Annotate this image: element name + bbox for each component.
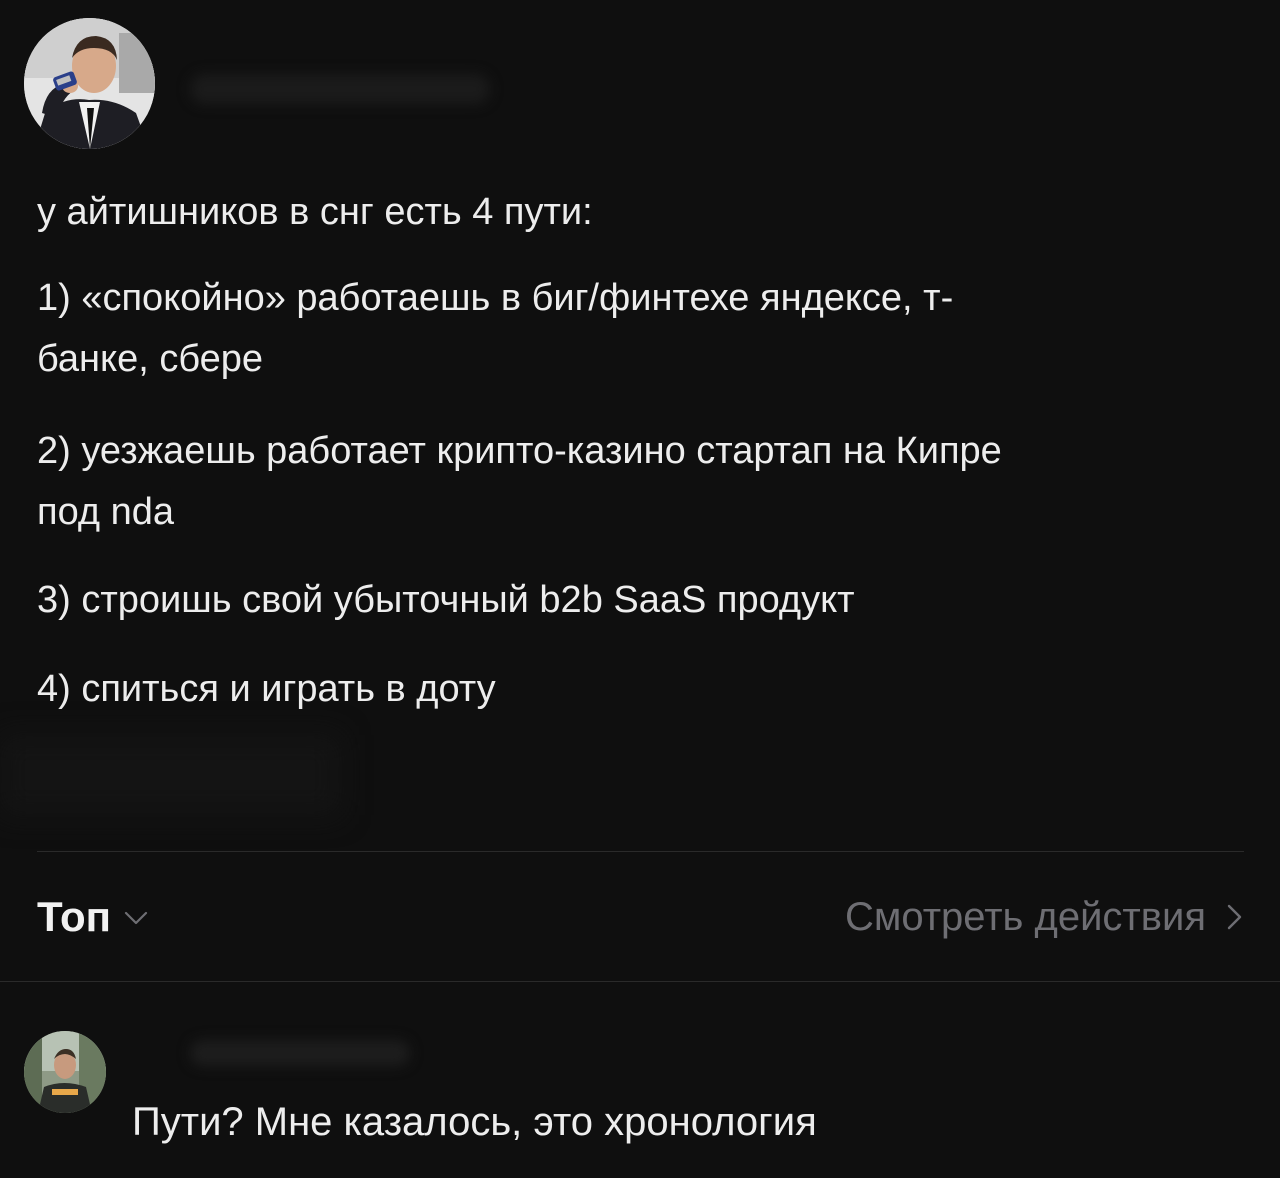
post-item-1: 1) «спокойно» работаешь в биг/финтехе ян… (37, 268, 1252, 390)
post-author-avatar[interactable] (24, 18, 155, 149)
redacted-strip (0, 735, 340, 815)
comment-author-name-redacted[interactable] (190, 1040, 410, 1066)
post-intro: у айтишников в снг есть 4 пути: (37, 191, 593, 233)
sort-label: Топ (37, 893, 112, 940)
divider (0, 981, 1280, 982)
post-item-1-line-1: 1) «спокойно» работаешь в биг/финтехе ян… (37, 277, 954, 319)
post-item-1-line-2: банке, сбере (37, 338, 264, 380)
post-item-2-line-1: 2) уезжаешь работает крипто-казино старт… (37, 430, 1002, 472)
comment-author-avatar[interactable] (24, 1031, 106, 1113)
sort-dropdown[interactable]: Топ (37, 889, 149, 945)
post-item-3: 3) строишь свой убыточный b2b SaaS проду… (37, 570, 1252, 631)
divider (37, 851, 1244, 852)
view-actions-link[interactable]: Смотреть действия (845, 889, 1244, 945)
avatar-photo-man-outdoors-icon (24, 1031, 106, 1113)
comment-text: Пути? Мне казалось, это хронология (132, 1100, 817, 1144)
view-actions-label: Смотреть действия (844, 894, 1206, 939)
post-body: у айтишников в снг есть 4 пути: 1) «спок… (37, 182, 1252, 720)
post-item-2-line-2: под nda (37, 491, 175, 533)
post-item-2: 2) уезжаешь работает крипто-казино старт… (37, 421, 1252, 543)
chevron-down-icon (123, 904, 149, 930)
post-item-3-line-1: 3) строишь свой убыточный b2b SaaS проду… (37, 579, 855, 621)
post-author-name-redacted[interactable] (190, 74, 490, 104)
post-item-4-line-1: 4) спиться и играть в доту (37, 668, 496, 710)
chevron-right-icon (1224, 902, 1244, 932)
avatar-photo-man-drinking-icon (24, 18, 155, 149)
post-item-4: 4) спиться и играть в доту (37, 659, 1252, 720)
